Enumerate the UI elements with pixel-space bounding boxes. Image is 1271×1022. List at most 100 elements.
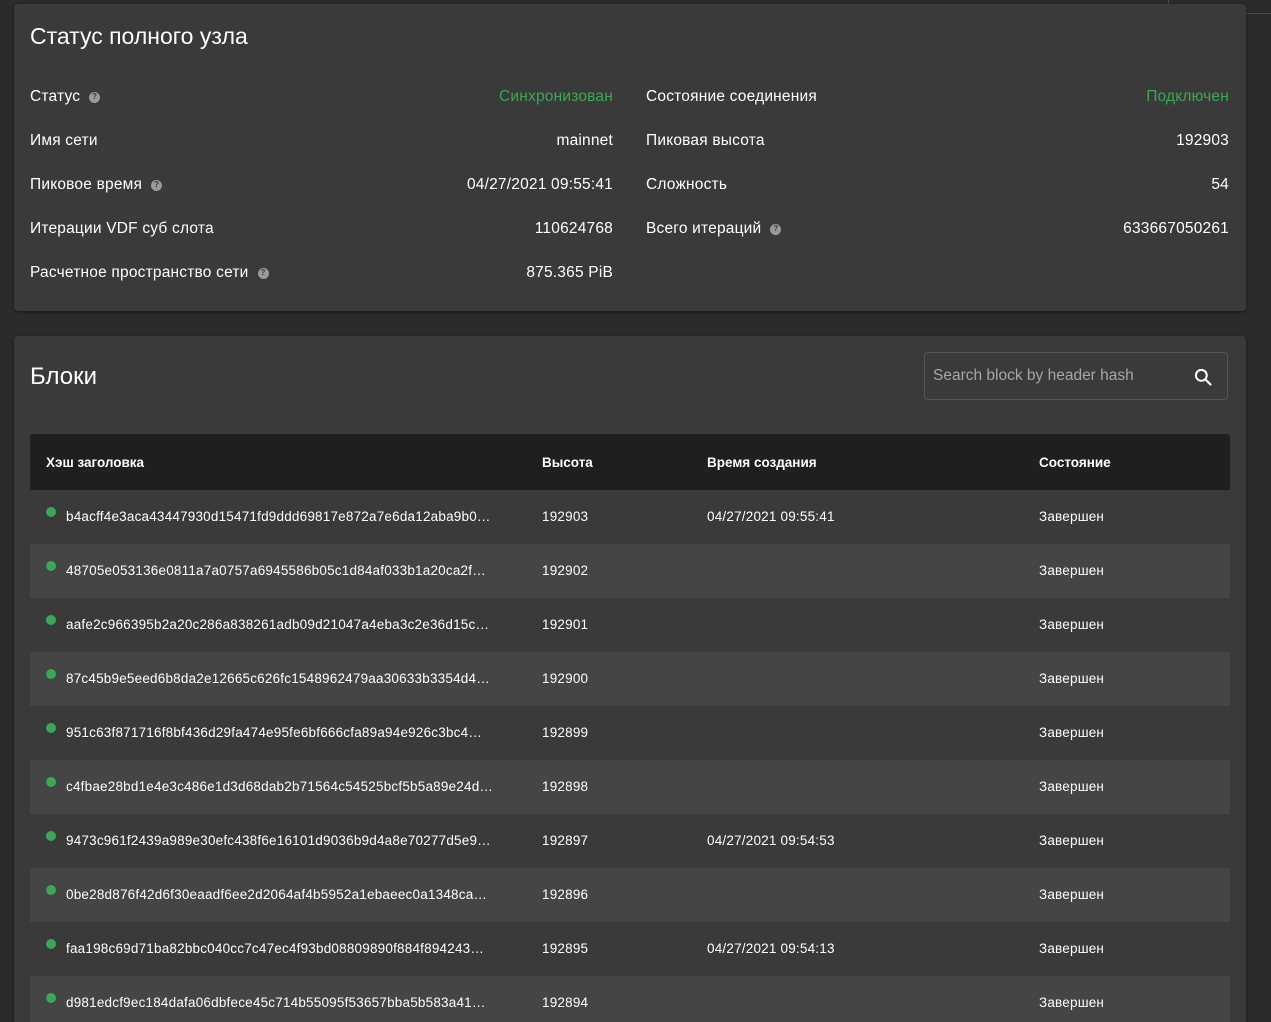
column-header-height[interactable]: Высота <box>542 455 593 470</box>
status-row: Статус? Синхронизован <box>30 84 613 128</box>
status-card-title: Статус полного узла <box>30 23 248 49</box>
block-state: Завершен <box>1039 671 1105 686</box>
help-icon[interactable]: ? <box>257 267 269 279</box>
status-label-wrapper: Состояние соединения <box>646 88 817 106</box>
block-hash-link[interactable]: 9473c961f2439a989e30efc438f6e16101d9036b… <box>66 833 506 848</box>
hash-cell: 0be28d876f42d6f30eaadf6ee2d2064af4b5952a… <box>46 884 506 902</box>
hash-cell: d981edcf9ec184dafa06dbfece45c714b55095f5… <box>46 992 506 1010</box>
block-height: 192897 <box>542 833 589 848</box>
hash-cell: faa198c69d71ba82bbc040cc7c47ec4f93bd0880… <box>46 938 506 956</box>
status-label-wrapper: Пиковое время? <box>30 176 163 194</box>
status-label-wrapper: Пиковая высота <box>646 132 765 150</box>
status-value: Подключен <box>1146 88 1229 105</box>
status-dot-icon <box>46 723 56 733</box>
block-hash-link[interactable]: aafe2c966395b2a20c286a838261adb09d21047a… <box>66 617 506 632</box>
help-icon[interactable]: ? <box>151 179 163 191</box>
table-header: Хэш заголовка Высота Время создания Сост… <box>30 434 1230 490</box>
hash-cell: 951c63f871716f8bf436d29fa474e95fe6bf666c… <box>46 722 506 740</box>
status-value: 633667050261 <box>1123 220 1229 237</box>
status-dot-icon <box>46 993 56 1003</box>
block-state: Завершен <box>1039 779 1105 794</box>
status-row: Имя сети mainnet <box>30 128 613 172</box>
page: Статус полного узла Статус? Синхронизован… <box>0 0 1271 1022</box>
table-row[interactable]: d981edcf9ec184dafa06dbfece45c714b55095f5… <box>30 976 1230 1022</box>
status-value: 875.365 PiB <box>526 264 613 281</box>
blocks-table: Хэш заголовка Высота Время создания Сост… <box>30 434 1230 1022</box>
status-row: Расчетное пространство сети? 875.365 PiB <box>30 260 613 304</box>
block-state: Завершен <box>1039 887 1105 902</box>
search-icon[interactable] <box>1191 365 1215 389</box>
column-header-state[interactable]: Состояние <box>1039 455 1111 470</box>
status-label: Статус <box>30 88 81 105</box>
column-header-hash[interactable]: Хэш заголовка <box>46 455 144 470</box>
status-label: Имя сети <box>30 132 98 149</box>
status-row: Итерации VDF суб слота 110624768 <box>30 216 613 260</box>
table-row[interactable]: 9473c961f2439a989e30efc438f6e16101d9036b… <box>30 814 1230 868</box>
block-hash-link[interactable]: b4acff4e3aca43447930d15471fd9ddd69817e87… <box>66 509 506 524</box>
status-dot-icon <box>46 831 56 841</box>
table-row[interactable]: aafe2c966395b2a20c286a838261adb09d21047a… <box>30 598 1230 652</box>
full-node-status-card: Статус полного узла Статус? Синхронизован… <box>14 4 1246 311</box>
status-row: Сложность 54 <box>646 172 1229 216</box>
table-row[interactable]: 48705e053136e0811a7a0757a6945586b05c1d84… <box>30 544 1230 598</box>
hash-cell: 87c45b9e5eed6b8da2e12665c626fc1548962479… <box>46 668 506 686</box>
help-icon[interactable]: ? <box>89 91 101 103</box>
status-label: Пиковое время <box>30 176 143 193</box>
status-value: 192903 <box>1176 132 1229 149</box>
block-height: 192901 <box>542 617 589 632</box>
status-dot-icon <box>46 939 56 949</box>
column-header-time[interactable]: Время создания <box>707 455 817 470</box>
status-dot-icon <box>46 885 56 895</box>
block-height: 192899 <box>542 725 589 740</box>
block-state: Завершен <box>1039 617 1105 632</box>
status-dot-icon <box>46 615 56 625</box>
hash-cell: 48705e053136e0811a7a0757a6945586b05c1d84… <box>46 560 506 578</box>
block-height: 192900 <box>542 671 589 686</box>
status-column-right: Состояние соединения Подключен Пиковая выс… <box>646 84 1229 260</box>
hash-cell: 9473c961f2439a989e30efc438f6e16101d9036b… <box>46 830 506 848</box>
block-hash-link[interactable]: 48705e053136e0811a7a0757a6945586b05c1d84… <box>66 563 506 578</box>
block-hash-link[interactable]: 87c45b9e5eed6b8da2e12665c626fc1548962479… <box>66 671 506 686</box>
status-label-wrapper: Итерации VDF суб слота <box>30 220 214 238</box>
table-row[interactable]: 0be28d876f42d6f30eaadf6ee2d2064af4b5952a… <box>30 868 1230 922</box>
block-height: 192896 <box>542 887 589 902</box>
status-row: Состояние соединения Подключен <box>646 84 1229 128</box>
table-row[interactable]: c4fbae28bd1e4e3c486e1d3d68dab2b71564c545… <box>30 760 1230 814</box>
table-row[interactable]: 951c63f871716f8bf436d29fa474e95fe6bf666c… <box>30 706 1230 760</box>
table-row[interactable]: b4acff4e3aca43447930d15471fd9ddd69817e87… <box>30 490 1230 544</box>
block-hash-link[interactable]: d981edcf9ec184dafa06dbfece45c714b55095f5… <box>66 995 506 1010</box>
block-height: 192894 <box>542 995 589 1010</box>
block-state: Завершен <box>1039 725 1105 740</box>
status-label: Всего итераций <box>646 220 762 237</box>
status-value: 54 <box>1211 176 1229 193</box>
status-label: Расчетное пространство сети <box>30 264 249 281</box>
block-hash-link[interactable]: 951c63f871716f8bf436d29fa474e95fe6bf666c… <box>66 725 506 740</box>
block-hash-link[interactable]: c4fbae28bd1e4e3c486e1d3d68dab2b71564c545… <box>66 779 506 794</box>
status-label: Итерации VDF суб слота <box>30 220 214 237</box>
status-row: Пиковая высота 192903 <box>646 128 1229 172</box>
status-dot-icon <box>46 777 56 787</box>
status-dot-icon <box>46 507 56 517</box>
status-dot-icon <box>46 669 56 679</box>
status-value: Синхронизован <box>498 88 613 105</box>
block-hash-link[interactable]: faa198c69d71ba82bbc040cc7c47ec4f93bd0880… <box>66 941 506 956</box>
status-label: Состояние соединения <box>646 88 817 105</box>
block-state: Завершен <box>1039 941 1105 956</box>
hash-cell: c4fbae28bd1e4e3c486e1d3d68dab2b71564c545… <box>46 776 506 794</box>
status-label: Пиковая высота <box>646 132 765 149</box>
help-icon[interactable]: ? <box>770 223 782 235</box>
block-state: Завершен <box>1039 833 1105 848</box>
block-height: 192903 <box>542 509 589 524</box>
status-value: mainnet <box>556 132 613 149</box>
table-row[interactable]: 87c45b9e5eed6b8da2e12665c626fc1548962479… <box>30 652 1230 706</box>
status-label-wrapper: Статус? <box>30 88 101 106</box>
status-label-wrapper: Всего итераций? <box>646 220 782 238</box>
status-value: 04/27/2021 09:55:41 <box>466 176 613 193</box>
block-hash-link[interactable]: 0be28d876f42d6f30eaadf6ee2d2064af4b5952a… <box>66 887 506 902</box>
blocks-card-title: Блоки <box>30 363 98 390</box>
hash-cell: aafe2c966395b2a20c286a838261adb09d21047a… <box>46 614 506 632</box>
status-row: Всего итераций? 633667050261 <box>646 216 1229 260</box>
block-state: Завершен <box>1039 509 1105 524</box>
table-row[interactable]: faa198c69d71ba82bbc040cc7c47ec4f93bd0880… <box>30 922 1230 976</box>
block-search-input[interactable] <box>925 353 1175 399</box>
